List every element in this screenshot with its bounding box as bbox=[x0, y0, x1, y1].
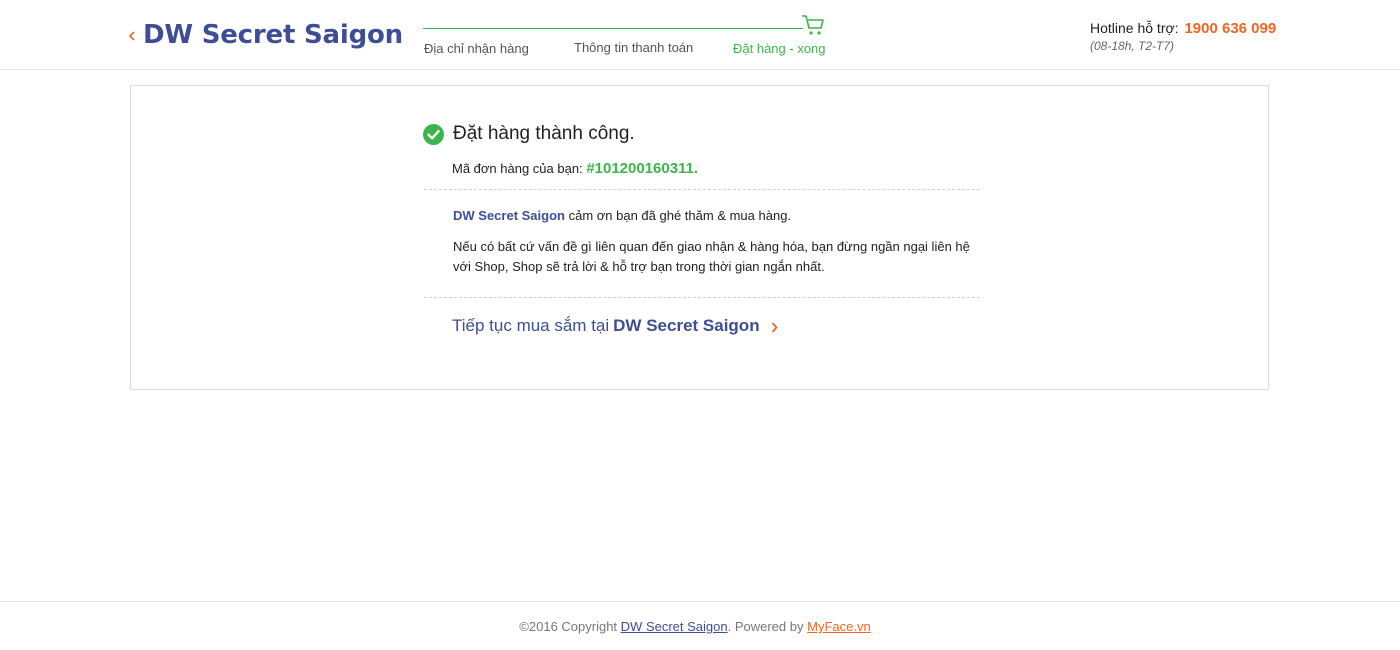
shop-name: DW Secret Saigon bbox=[143, 20, 403, 50]
back-to-shop-link[interactable]: DW Secret Saigon bbox=[128, 14, 403, 56]
order-confirmation-card: Đặt hàng thành công. Mã đơn hàng của bạn… bbox=[130, 85, 1269, 390]
continue-shopping-brand: DW Secret Saigon bbox=[613, 316, 760, 335]
footer-text: ©2016 Copyright DW Secret Saigon. Powere… bbox=[0, 619, 1390, 634]
order-number-label: Mã đơn hàng của bạn: bbox=[452, 161, 583, 176]
continue-shopping-text: Tiếp tục mua sắm tại bbox=[452, 316, 610, 335]
chevron-left-icon bbox=[128, 31, 135, 41]
order-number-line: Mã đơn hàng của bạn: #101200160311. bbox=[452, 160, 698, 177]
header: DW Secret Saigon Địa chỉ nhận hàng Thông… bbox=[0, 0, 1400, 70]
page: DW Secret Saigon Địa chỉ nhận hàng Thông… bbox=[0, 0, 1400, 650]
footer: ©2016 Copyright DW Secret Saigon. Powere… bbox=[0, 601, 1400, 650]
myface-link[interactable]: MyFace.vn bbox=[807, 619, 871, 634]
thanks-brand: DW Secret Saigon bbox=[453, 208, 565, 223]
support-message: Nếu có bất cứ vấn đề gì liên quan đến gi… bbox=[453, 239, 970, 274]
hotline-label: Hotline hỗ trợ: bbox=[1090, 20, 1179, 36]
success-title: Đặt hàng thành công. bbox=[453, 123, 635, 144]
hotline-row: Hotline hỗ trợ: 1900 636 099 bbox=[1090, 20, 1276, 37]
thanks-text: cảm ơn bạn đã ghé thăm & mua hàng. bbox=[568, 208, 792, 223]
step-order-complete: Đặt hàng - xong bbox=[733, 41, 826, 56]
footer-brand-link[interactable]: DW Secret Saigon bbox=[621, 619, 728, 634]
cart-icon bbox=[802, 15, 824, 35]
copyright-text: ©2016 Copyright bbox=[519, 619, 618, 634]
success-heading: Đặt hàng thành công. bbox=[423, 123, 635, 145]
continue-shopping-link[interactable]: Tiếp tục mua sắm tại DW Secret Saigon bbox=[452, 316, 779, 336]
step-payment-info: Thông tin thanh toán bbox=[574, 40, 694, 55]
checkout-progress: Địa chỉ nhận hàng Thông tin thanh toán Đ… bbox=[423, 12, 826, 62]
progress-line bbox=[423, 28, 803, 29]
chevron-right-icon bbox=[771, 321, 778, 333]
hotline-number[interactable]: 1900 636 099 bbox=[1184, 20, 1276, 37]
step-shipping-address: Địa chỉ nhận hàng bbox=[424, 41, 529, 56]
check-circle-icon bbox=[423, 123, 444, 145]
order-number: #101200160311. bbox=[586, 160, 699, 177]
hotline: Hotline hỗ trợ: 1900 636 099 (08-18h, T2… bbox=[1090, 20, 1276, 53]
hotline-hours: (08-18h, T2-T7) bbox=[1090, 39, 1175, 53]
divider bbox=[424, 297, 980, 298]
divider bbox=[424, 189, 980, 190]
thanks-message: DW Secret Saigon cảm ơn bạn đã ghé thăm … bbox=[453, 208, 791, 223]
powered-by-text: . Powered by bbox=[727, 619, 804, 634]
